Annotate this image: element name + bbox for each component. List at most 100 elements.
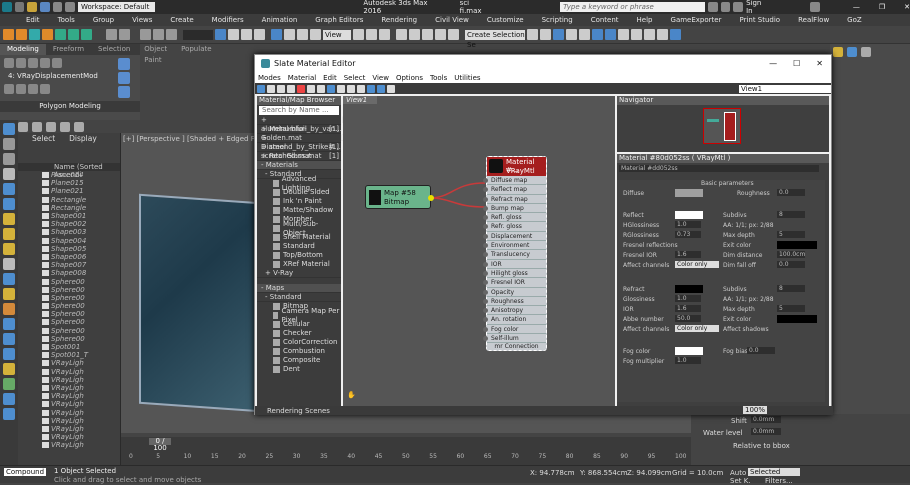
max-depth-field-2[interactable]: 5 [777,305,805,312]
material-slot[interactable]: Fog color [483,324,546,335]
restore-icon[interactable]: ❐ [879,3,885,11]
scene-item[interactable]: Plane021 [18,187,120,195]
scene-item[interactable]: VRayLigh [18,433,120,441]
menu-item[interactable]: RealFlow [789,16,838,24]
strip-icon[interactable] [3,333,15,345]
visibility-icon[interactable] [42,360,49,367]
open-icon[interactable] [27,2,37,12]
fresnel-checkbox[interactable]: Fresnel reflections [623,242,678,249]
dim-falloff-field[interactable]: 0.0 [777,261,805,268]
bind-icon[interactable] [29,29,40,40]
slate-menu-view[interactable]: View [372,74,389,82]
scene-item[interactable]: Shape002 [18,220,120,228]
visibility-icon[interactable] [42,311,49,318]
menu-item[interactable]: Graph Editors [306,16,372,24]
vray-group[interactable]: + V-Ray [257,269,341,278]
abbe-field[interactable]: 50.0 [675,315,701,322]
create-icon[interactable] [833,47,843,57]
x-coord[interactable]: X: 94.778cm [530,469,575,477]
display-none-icon[interactable] [18,121,28,132]
rendered-frame-window-icon[interactable] [631,29,642,40]
hglossiness-field[interactable]: 1.0 [675,221,701,228]
save-icon[interactable] [39,2,50,12]
strip-icon[interactable] [3,243,15,255]
material-slot[interactable]: An. rotation [483,315,546,325]
bitmap-output-socket[interactable] [428,195,434,201]
material-slot[interactable]: Refl. gloss [483,213,546,223]
key-filters-button[interactable]: Filters... [765,477,793,485]
selection-filter-dropdown[interactable] [183,29,213,40]
curve-editor-icon[interactable] [579,29,590,40]
affect-channels-dropdown-2[interactable]: Color only [675,325,719,332]
parameter-editor-icon[interactable] [377,84,385,93]
relative-bbox-checkbox[interactable]: Relative to bbox [733,442,790,450]
mr-connection[interactable]: mr Connection [487,343,546,350]
material-slot[interactable]: Self-illum [483,334,546,344]
window-crossing-icon[interactable] [254,29,265,40]
menu-item[interactable]: Rendering [372,16,426,24]
scene-item[interactable]: Sphere00 [18,318,120,326]
pin-icon-2[interactable] [68,29,79,40]
unlink-tool-icon[interactable] [153,29,164,40]
tab-modeling[interactable]: Modeling [0,44,46,55]
pick-material-icon[interactable] [267,84,275,93]
slate-menu-tools[interactable]: Tools [430,74,447,82]
visibility-icon[interactable] [42,384,49,391]
material-type-item[interactable]: Standard [257,242,341,251]
strip-icon[interactable] [3,228,15,240]
material-name-field[interactable]: Material #dd052ss [619,165,819,172]
vray-frame-buffer-icon[interactable] [670,29,681,40]
menu-item[interactable]: Create [161,16,202,24]
close-icon[interactable]: ✕ [904,3,910,11]
menu-item[interactable]: Scripting [533,16,582,24]
place-icon[interactable] [310,29,321,40]
rendering-scenes-label[interactable]: Rendering Scenes [267,407,330,415]
viewport-model[interactable] [139,193,261,413]
strip-icon[interactable] [3,198,15,210]
sort-icon[interactable] [74,121,84,132]
reference-coord-dropdown[interactable]: View [323,29,351,40]
roughness-field[interactable]: 0.0 [777,189,805,196]
menu-item[interactable]: Civil View [426,16,478,24]
wire-bump[interactable] [428,197,486,208]
strip-icon[interactable] [3,318,15,330]
z-coord[interactable]: Z: 94.099cm [627,469,672,477]
scene-item[interactable]: Plane015 [18,179,120,187]
scene-item[interactable]: VRayLigh [18,376,120,384]
visibility-icon[interactable] [42,409,49,416]
scene-item[interactable]: Shape001 [18,212,120,220]
vray-icon[interactable] [657,29,668,40]
make-unique-icon[interactable] [40,84,50,94]
material-type-item[interactable]: Advanced Lighting... [257,175,341,192]
frame-indicator[interactable]: 0 / 100 [149,438,171,452]
visibility-icon[interactable] [42,319,49,326]
border-icon[interactable] [28,58,38,68]
bind-space-warp-icon[interactable] [166,29,177,40]
y-coord[interactable]: Y: 868.554cm [580,469,628,477]
slate-maximize-icon[interactable]: ☐ [793,59,800,68]
menu-item[interactable]: Views [123,16,161,24]
visibility-icon[interactable] [42,294,49,301]
show-background-icon[interactable] [337,84,345,93]
scene-item[interactable]: VRayLigh [18,441,120,449]
pin-icon-3[interactable] [81,29,92,40]
binoculars-icon[interactable] [708,2,718,12]
scene-item[interactable]: VRayLigh [18,392,120,400]
fog-bias-field[interactable]: 0.0 [747,347,775,354]
affect-shadows-checkbox[interactable]: Affect shadows [723,326,769,333]
exit-color-checkbox-2[interactable]: Exit color [723,316,751,323]
slate-menu-edit[interactable]: Edit [323,74,337,82]
material-type-item[interactable]: Top/Bottom [257,251,341,260]
undo-icon[interactable] [52,2,63,12]
rotate-icon[interactable] [284,29,295,40]
move-icon[interactable] [271,29,282,40]
reflect-swatch[interactable] [675,211,703,219]
visibility-icon[interactable] [42,401,49,408]
scene-item[interactable]: Shape008 [18,269,120,277]
slate-close-icon[interactable]: ✕ [816,59,823,68]
show-map-viewport-icon[interactable] [327,84,335,93]
timeline-ruler[interactable]: 0 5 10 15 20 25 30 35 40 45 50 55 60 65 70 75 80 85 90 95 10… [129,451,689,463]
material-map-browser-icon[interactable] [367,84,375,93]
material-slot[interactable]: Hilight gloss [483,268,546,279]
percent-snap-icon[interactable] [422,29,433,40]
